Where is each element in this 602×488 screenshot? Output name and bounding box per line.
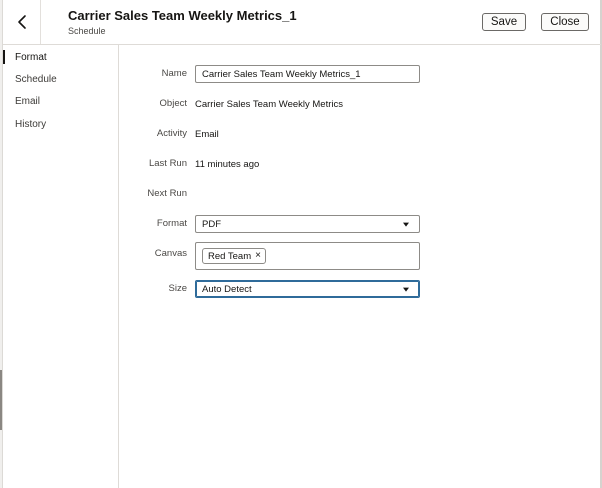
header-divider (40, 0, 41, 44)
page-subtitle: Schedule (68, 26, 106, 36)
sidebar-item-label: History (15, 118, 47, 130)
activity-value: Email (195, 129, 219, 140)
save-button[interactable]: Save (482, 13, 526, 31)
close-button[interactable]: Close (541, 13, 589, 31)
chevron-down-icon (403, 287, 409, 292)
active-indicator (3, 50, 5, 64)
size-label: Size (168, 283, 187, 294)
chip-label: Red Team (208, 250, 252, 262)
next-run-label: Next Run (147, 188, 187, 199)
name-label: Name (161, 68, 187, 79)
format-select[interactable]: PDF (195, 215, 420, 233)
size-select-value: Auto Detect (202, 283, 252, 295)
activity-label: Activity (156, 128, 187, 139)
name-field-value: Carrier Sales Team Weekly Metrics_1 (202, 68, 361, 80)
back-button[interactable] (7, 6, 37, 38)
chevron-left-icon (18, 15, 26, 29)
size-select[interactable]: Auto Detect (195, 280, 420, 298)
sidebar-item-format[interactable]: Format (3, 47, 118, 67)
object-value: Carrier Sales Team Weekly Metrics (195, 99, 343, 110)
sidebar-item-label: Email (15, 95, 41, 107)
last-run-label: Last Run (148, 158, 187, 169)
object-label: Object (159, 98, 187, 109)
format-select-value: PDF (202, 218, 221, 230)
close-icon[interactable]: × (255, 251, 261, 261)
format-label: Format (156, 218, 187, 229)
sidebar-item-label: Format (15, 51, 47, 63)
chevron-down-icon (403, 222, 409, 227)
last-run-value: 11 minutes ago (195, 159, 260, 170)
sidebar-nav: Format Schedule Email History (3, 45, 119, 488)
canvas-multiselect[interactable]: Red Team × (195, 242, 420, 270)
canvas-chip[interactable]: Red Team × (202, 248, 266, 264)
canvas-label: Canvas (154, 248, 187, 259)
schedule-dialog: Carrier Sales Team Weekly Metrics_1 Sche… (2, 0, 601, 488)
name-field[interactable]: Carrier Sales Team Weekly Metrics_1 (195, 65, 420, 83)
sidebar-item-label: Schedule (15, 73, 57, 85)
dialog-header: Carrier Sales Team Weekly Metrics_1 Sche… (3, 0, 601, 45)
page-title: Carrier Sales Team Weekly Metrics_1 (68, 8, 297, 23)
